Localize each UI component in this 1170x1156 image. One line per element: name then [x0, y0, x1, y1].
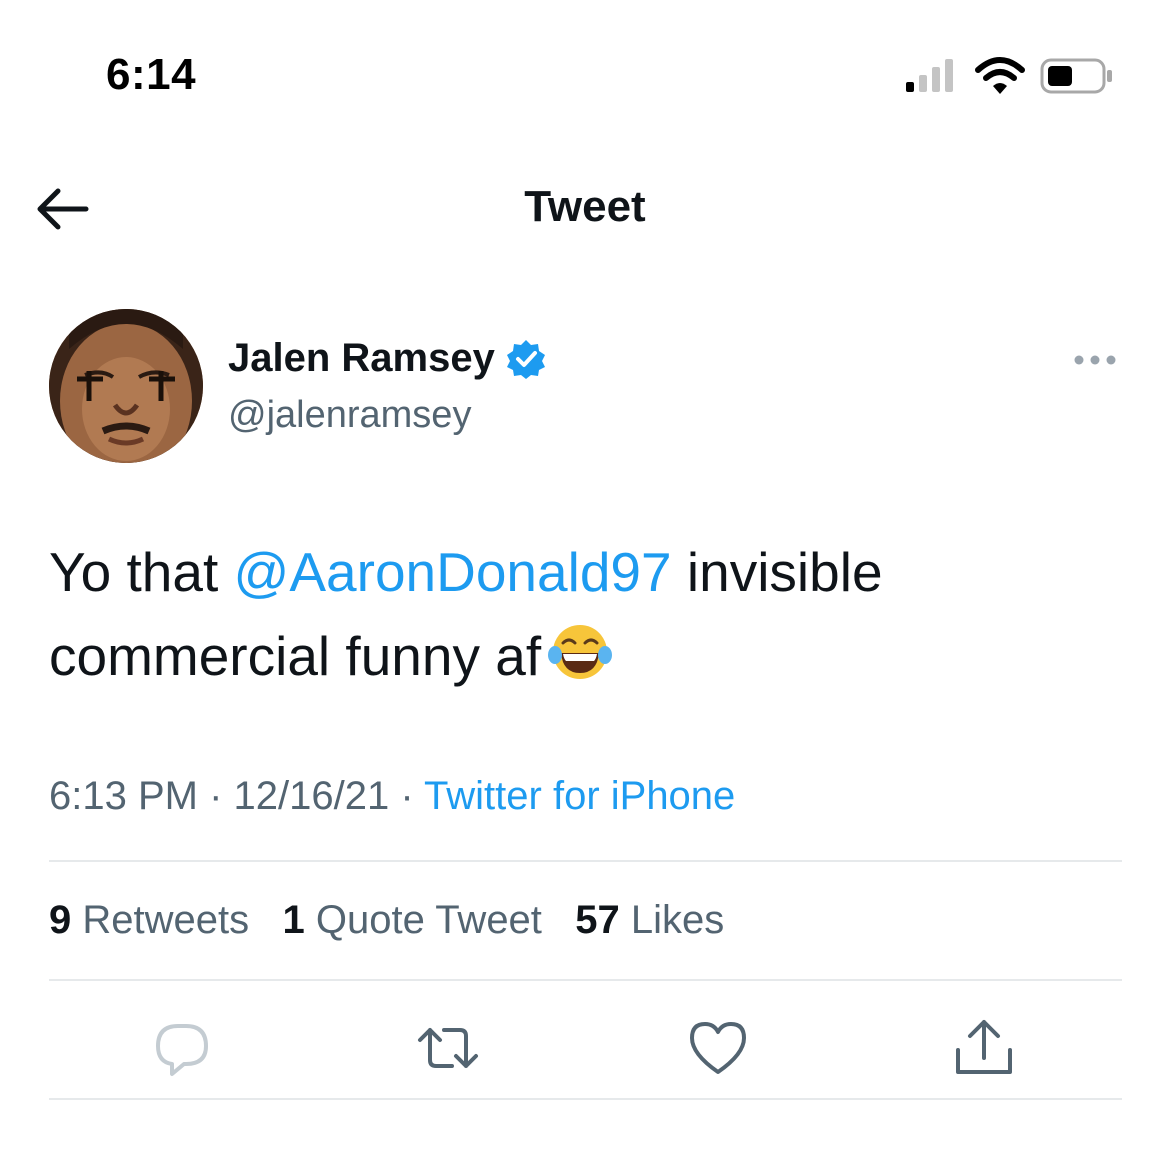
battery-icon: [1040, 58, 1112, 94]
avatar[interactable]: [49, 309, 203, 463]
quotes-count: 1: [282, 898, 305, 942]
author-name[interactable]: Jalen Ramsey: [228, 336, 547, 381]
cellular-signal-icon: [906, 59, 953, 92]
quotes-label: Quote Tweet: [315, 898, 542, 942]
likes-stat[interactable]: 57 Likes: [575, 898, 724, 942]
page-title: Tweet: [524, 182, 646, 231]
retweet-icon[interactable]: [416, 1018, 480, 1078]
tweet-text: Yo that @AaronDonald97 invisible commerc…: [49, 530, 1129, 698]
likes-label: Likes: [630, 898, 725, 942]
avatar-image: [49, 309, 203, 463]
verified-badge-icon: [506, 339, 545, 379]
quote-tweets-stat[interactable]: 1 Quote Tweet: [282, 898, 541, 942]
tweet-source-link[interactable]: Twitter for iPhone: [424, 774, 735, 818]
divider: [49, 979, 1122, 981]
tweet-meta: 6:13 PM · 12/16/21 · Twitter for iPhone: [49, 774, 735, 819]
status-time: 6:14: [106, 50, 197, 99]
author-handle[interactable]: @jalenramsey: [228, 394, 471, 437]
wifi-icon: [975, 57, 1025, 94]
more-options-icon[interactable]: [1072, 350, 1118, 370]
tears-of-joy-emoji-icon: [548, 625, 613, 679]
like-icon[interactable]: [686, 1018, 750, 1078]
likes-count: 57: [575, 898, 620, 942]
retweets-stat[interactable]: 9 Retweets: [49, 898, 249, 942]
divider: [49, 1098, 1122, 1100]
mention-link[interactable]: @AaronDonald97: [234, 541, 672, 603]
share-icon[interactable]: [952, 1018, 1016, 1078]
tweet-text-prefix: Yo that: [49, 541, 234, 603]
tweet-stats: 9 Retweets 1 Quote Tweet 57 Likes: [49, 898, 724, 943]
author-name-text: Jalen Ramsey: [228, 336, 495, 380]
tweet-time: 6:13 PM: [49, 774, 198, 818]
reply-icon[interactable]: [150, 1018, 214, 1078]
meta-separator: ·: [197, 774, 234, 818]
retweets-count: 9: [49, 898, 72, 942]
divider: [49, 860, 1122, 862]
meta-separator: ·: [389, 774, 425, 818]
retweets-label: Retweets: [82, 898, 250, 942]
tweet-date: 12/16/21: [233, 774, 390, 818]
